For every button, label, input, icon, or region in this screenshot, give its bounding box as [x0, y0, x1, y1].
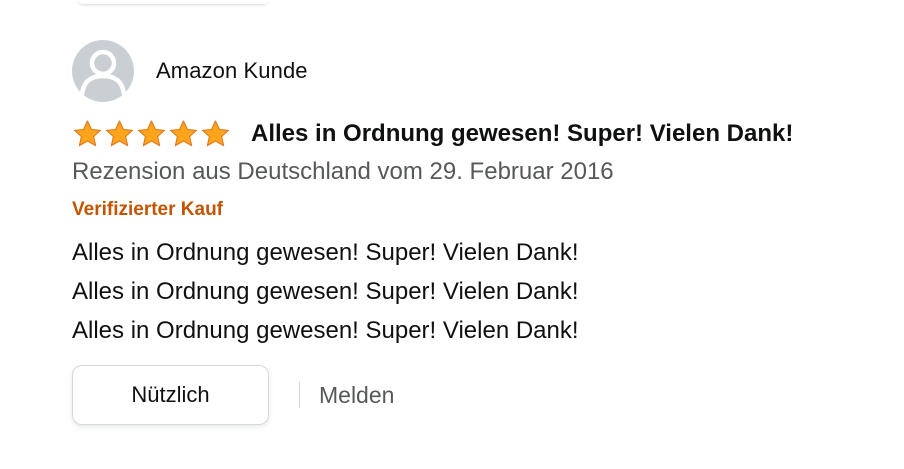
review-actions: Nützlich Melden	[72, 365, 892, 425]
review-date: Rezension aus Deutschland vom 29. Februa…	[72, 158, 614, 185]
review-body-line: Alles in Ordnung gewesen! Super! Vielen …	[72, 278, 579, 305]
star-filled-icon	[105, 120, 134, 147]
review-title[interactable]: Alles in Ordnung gewesen! Super! Vielen …	[251, 120, 793, 148]
previous-card-edge	[78, 0, 268, 5]
review-body-line: Alles in Ordnung gewesen! Super! Vielen …	[72, 317, 579, 344]
review-title-row: Alles in Ordnung gewesen! Super! Vielen …	[72, 118, 892, 150]
helpful-button[interactable]: Nützlich	[72, 365, 269, 425]
review-body-line: Alles in Ordnung gewesen! Super! Vielen …	[72, 239, 579, 266]
star-filled-icon	[137, 120, 166, 147]
action-divider	[299, 382, 300, 408]
review-card: Amazon Kunde Alles in Ordnung gewesen! S…	[72, 40, 892, 425]
verified-purchase-badge[interactable]: Verifizierter Kauf	[72, 199, 892, 221]
review-body: Alles in Ordnung gewesen! Super! Vielen …	[72, 233, 892, 350]
star-rating[interactable]	[72, 119, 231, 149]
star-filled-icon	[201, 120, 230, 147]
reviewer-profile[interactable]: Amazon Kunde	[72, 40, 892, 102]
star-filled-icon	[73, 120, 102, 147]
report-link[interactable]: Melden	[319, 382, 394, 409]
reviewer-name[interactable]: Amazon Kunde	[156, 58, 308, 84]
user-silhouette-icon	[72, 40, 134, 102]
star-filled-icon	[169, 120, 198, 147]
